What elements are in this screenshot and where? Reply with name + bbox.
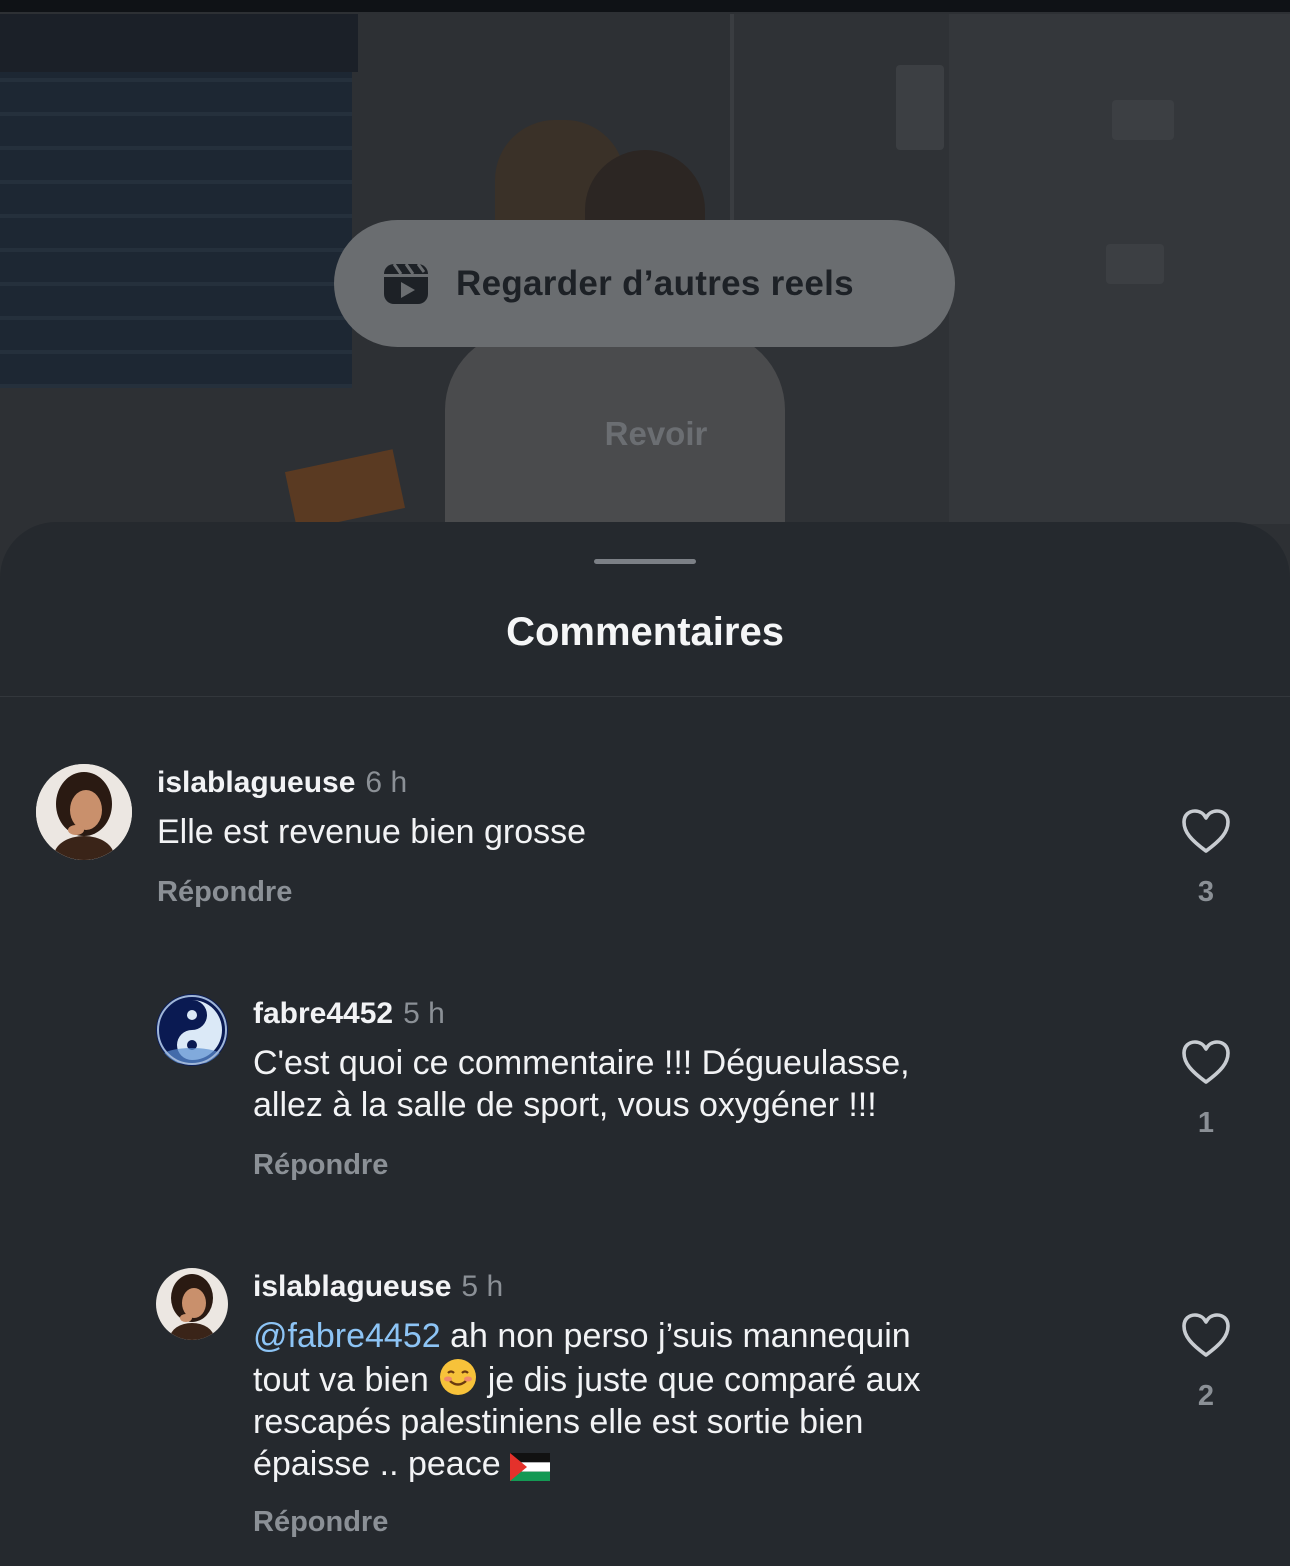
watch-more-reels-label: Regarder d’autres reels — [456, 263, 854, 303]
comment-text: @fabre4452 ah non perso j’suis mannequin… — [253, 1315, 1073, 1485]
video-frame-switch — [1106, 244, 1164, 284]
video-frame-blind-top — [0, 14, 358, 72]
reply-button[interactable]: Répondre — [157, 876, 292, 909]
comment-username[interactable]: islablagueuse — [253, 1270, 451, 1303]
heart-icon[interactable] — [1181, 808, 1231, 854]
video-player[interactable]: Regarder d’autres reels Revoir — [0, 0, 1290, 600]
reels-icon — [384, 262, 428, 304]
comment-header: islablagueuse 5 h — [253, 1270, 503, 1304]
like-count: 3 — [1197, 876, 1215, 908]
status-strip — [0, 0, 1290, 12]
sheet-drag-handle[interactable] — [594, 559, 696, 564]
heart-icon[interactable] — [1181, 1039, 1231, 1085]
like-control: 1 — [1176, 1039, 1236, 1140]
reply-button[interactable]: Répondre — [253, 1506, 388, 1539]
avatar-image — [156, 994, 228, 1066]
watch-more-reels-button[interactable]: Regarder d’autres reels — [334, 220, 955, 347]
comment-text: Elle est revenue bien grosse — [157, 813, 587, 851]
comment-text-part: rescapés palestiniens elle est sortie bi… — [253, 1403, 864, 1441]
comment-time: 6 h — [365, 766, 408, 799]
heart-icon[interactable] — [1181, 1312, 1231, 1358]
comment-username[interactable]: fabre4452 — [253, 997, 393, 1030]
like-control: 2 — [1176, 1312, 1236, 1413]
comment-username[interactable]: islablagueuse — [157, 766, 355, 799]
comment-text: C'est quoi ce commentaire !!! Dégueulass… — [253, 1042, 1073, 1126]
video-frame-object — [284, 449, 406, 531]
sheet-divider — [0, 696, 1290, 697]
comment-time: 5 h — [403, 997, 445, 1030]
like-count: 2 — [1197, 1380, 1215, 1412]
replay-button[interactable]: Revoir — [520, 415, 792, 453]
smiling-face-icon — [440, 1359, 477, 1395]
comment-text-part: épaisse .. peace — [253, 1445, 501, 1483]
avatar-image — [156, 1268, 228, 1340]
comment-text-part: ah non perso j’suis mannequin — [440, 1317, 911, 1355]
video-frame-switch — [1112, 100, 1174, 140]
video-frame-dispenser — [896, 65, 944, 150]
avatar[interactable] — [156, 994, 228, 1066]
sheet-title: Commentaires — [506, 610, 784, 654]
like-count: 1 — [1197, 1107, 1215, 1139]
comment-time: 5 h — [461, 1270, 504, 1303]
avatar[interactable] — [156, 1268, 228, 1340]
reply-button[interactable]: Répondre — [253, 1149, 388, 1182]
comment-header: fabre4452 5 h — [253, 997, 445, 1031]
palestine-flag-icon — [510, 1453, 551, 1481]
like-control: 3 — [1176, 808, 1236, 909]
mention-link[interactable]: @fabre4452 — [253, 1317, 441, 1355]
comment-text-part: je dis juste que comparé aux — [478, 1361, 921, 1399]
comment-text-line: C'est quoi ce commentaire !!! Dégueulass… — [253, 1044, 910, 1082]
comment-text-part: tout va bien — [253, 1361, 429, 1399]
comments-sheet: Commentaires islablagueuse 6 h Elle est r… — [0, 522, 1290, 1566]
avatar[interactable] — [36, 764, 132, 860]
avatar-image — [36, 764, 132, 860]
comment-text-line: allez à la salle de sport, vous oxygéner… — [253, 1086, 877, 1124]
comment-header: islablagueuse 6 h — [157, 766, 407, 800]
